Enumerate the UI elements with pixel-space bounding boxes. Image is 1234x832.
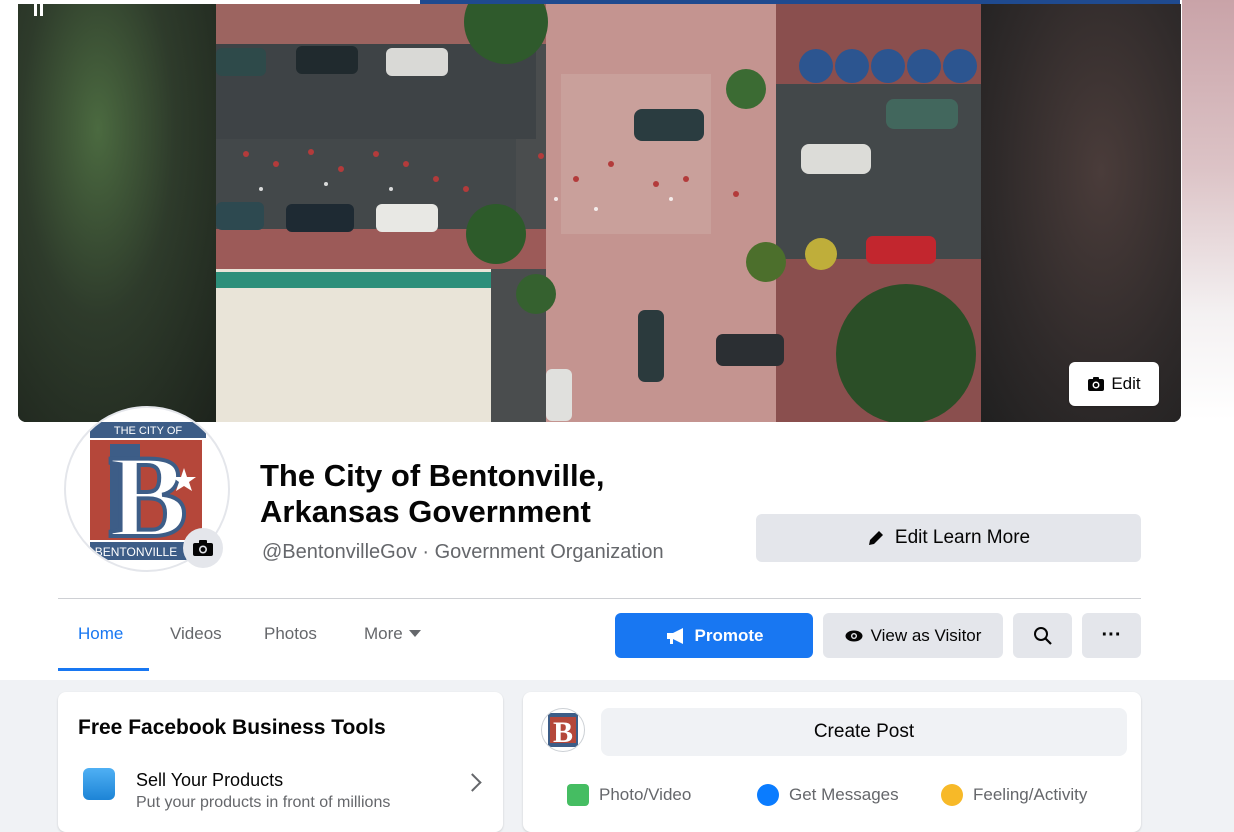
shopping-bag-icon [83,768,115,800]
get-messages-button[interactable]: Get Messages [757,784,899,806]
create-post-input[interactable]: Create Post [601,708,1127,756]
tab-more-label: More [364,624,403,643]
eye-icon [845,630,863,641]
more-options-button[interactable]: ··· [1082,613,1141,658]
tab-photos[interactable]: Photos [264,624,317,644]
edit-learn-more-button[interactable]: Edit Learn More [756,514,1141,562]
search-button[interactable] [1013,613,1072,658]
search-icon [1033,626,1052,645]
header-divider [58,598,1141,599]
tab-more[interactable]: More [364,624,421,644]
update-profile-picture-button[interactable] [183,528,223,568]
megaphone-icon [666,627,683,644]
active-tab-indicator [58,668,149,671]
chevron-right-icon[interactable] [463,773,482,792]
avatar[interactable]: B [541,708,585,752]
photo-video-label: Photo/Video [599,785,692,804]
pencil-icon [868,531,883,545]
feeling-activity-button[interactable]: Feeling/Activity [941,784,1087,806]
page-handle: @BentonvilleGov · Government Organizatio… [262,541,664,563]
messenger-icon [757,784,779,806]
view-as-visitor-button[interactable]: View as Visitor [823,613,1003,658]
business-tools-title: Free Facebook Business Tools [78,716,386,739]
camera-icon [1088,377,1105,391]
view-as-visitor-label: View as Visitor [870,625,982,645]
sell-products-title[interactable]: Sell Your Products [136,770,283,791]
cover-photo[interactable]: Edit [18,4,1181,422]
camera-icon [193,540,213,556]
tab-videos[interactable]: Videos [170,624,222,644]
city-logo-small: B [548,713,578,749]
photo-icon [567,784,589,806]
feeling-activity-label: Feeling/Activity [973,785,1088,804]
svg-text:BENTONVILLE: BENTONVILLE [95,545,177,559]
photo-video-button[interactable]: Photo/Video [567,784,691,806]
create-post-card: B Create Post Photo/Video Get Messages F… [523,692,1141,832]
promote-label: Promote [694,625,764,645]
sell-products-subtitle: Put your products in front of millions [136,794,391,811]
aerial-intersection-image [216,4,981,422]
cover-blur-right [981,4,1181,422]
edit-learn-more-label: Edit Learn More [894,527,1031,548]
video-progress-bar [420,0,1180,4]
page-title: The City of Bentonville, Arkansas Govern… [260,458,605,529]
background-strip [1182,0,1234,420]
smiley-icon [941,784,963,806]
get-messages-label: Get Messages [789,785,899,804]
promote-button[interactable]: Promote [615,613,813,658]
business-tools-card: Free Facebook Business Tools Sell Your P… [58,692,503,832]
tab-home[interactable]: Home [78,624,123,644]
cover-blur-left [18,4,218,422]
edit-cover-label: Edit [1111,374,1141,393]
caret-down-icon [408,630,421,637]
pause-icon[interactable] [32,4,46,18]
svg-text:B: B [553,716,573,749]
edit-cover-button[interactable]: Edit [1069,362,1159,406]
